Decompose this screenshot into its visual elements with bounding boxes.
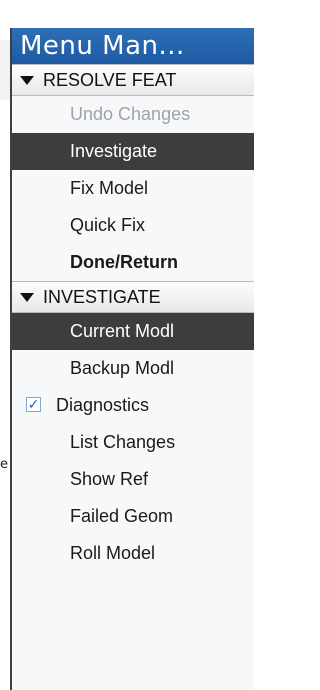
menu-item-backup-modl[interactable]: Backup Modl (12, 350, 254, 387)
menu-item-label: Diagnostics (56, 395, 150, 415)
section-header-label: INVESTIGATE (43, 286, 161, 307)
menu-item-list-changes[interactable]: List Changes (12, 424, 254, 461)
menu-item-diagnostics[interactable]: ✓ Diagnostics (12, 387, 254, 424)
menu-item-quick-fix[interactable]: Quick Fix (12, 207, 254, 244)
triangle-down-icon (20, 75, 34, 85)
panel-title: Menu Man... (12, 28, 254, 64)
menu-manager-panel: Menu Man... RESOLVE FEAT Undo Changes In… (10, 28, 254, 690)
triangle-down-icon (20, 292, 34, 302)
menu-item-current-modl[interactable]: Current Modl (12, 313, 254, 350)
background-text: e (0, 457, 8, 472)
menu-item-fix-model[interactable]: Fix Model (12, 170, 254, 207)
section-header-label: RESOLVE FEAT (43, 69, 177, 90)
menu-item-roll-model[interactable]: Roll Model (12, 535, 254, 572)
menu-item-investigate[interactable]: Investigate (12, 133, 254, 170)
checkmark-icon[interactable]: ✓ (26, 397, 41, 412)
menu-item-undo-changes[interactable]: Undo Changes (12, 96, 254, 133)
section-header-investigate[interactable]: INVESTIGATE (12, 281, 254, 313)
section-header-resolve-feat[interactable]: RESOLVE FEAT (12, 64, 254, 96)
menu-item-failed-geom[interactable]: Failed Geom (12, 498, 254, 535)
menu-item-done-return[interactable]: Done/Return (12, 244, 254, 281)
menu-item-show-ref[interactable]: Show Ref (12, 461, 254, 498)
